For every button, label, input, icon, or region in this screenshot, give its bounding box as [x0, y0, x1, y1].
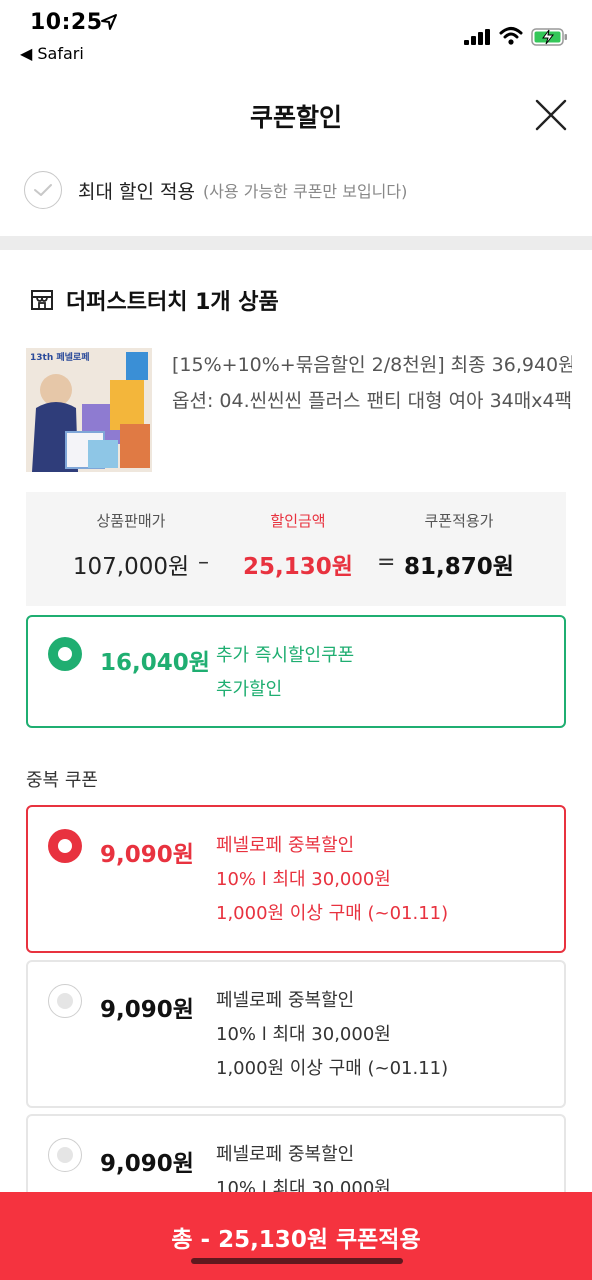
- apply-coupon-button[interactable]: 총 - 25,130원 쿠폰적용: [0, 1192, 592, 1280]
- duplicate-coupon-heading: 중복 쿠폰: [26, 770, 98, 791]
- sale-price-value: 107,000원: [72, 554, 190, 580]
- coupon-amount: 16,040원: [100, 650, 210, 676]
- product-option: 옵션: 04.씬씬씬 플러스 팬티 대형 여아 34매x4팩: [172, 390, 573, 412]
- max-discount-note: (사용 가능한 쿠폰만 보입니다): [202, 182, 408, 201]
- radio-unselected-icon[interactable]: [48, 984, 82, 1018]
- store-icon: [31, 290, 53, 310]
- cellular-signal-icon: [464, 29, 490, 45]
- coupon-name: 추가 즉시할인쿠폰: [216, 645, 355, 666]
- product-image: 13th 페넬로페: [26, 348, 152, 472]
- product-title: [15%+10%+묶음할인 2/8천원] 최종 36,940원 씬: [172, 354, 572, 376]
- status-time: 10:25: [30, 10, 103, 35]
- product-image-caption: 13th 페넬로페: [30, 353, 90, 363]
- sale-price-column: 상품판매가 107,000원: [46, 510, 216, 581]
- store-name: 더퍼스트터치 1개 상품: [66, 290, 279, 315]
- location-arrow-icon: [101, 14, 117, 30]
- max-discount-toggle[interactable]: 최대 할인 적용 (사용 가능한 쿠폰만 보입니다): [24, 170, 407, 210]
- final-price-label: 쿠폰적용가: [424, 512, 494, 530]
- instant-coupon-card[interactable]: 16,040원 추가 즉시할인쿠폰 추가할인: [26, 615, 566, 728]
- checkmark-icon[interactable]: [24, 171, 62, 209]
- home-indicator: [191, 1258, 403, 1264]
- back-to-app-link[interactable]: ◀ Safari: [20, 44, 84, 63]
- coupon-detail: 추가할인: [216, 679, 283, 700]
- coupon-amount: 9,090원: [100, 842, 194, 868]
- modal-header: 쿠폰할인: [0, 72, 592, 152]
- discount-label: 할인금액: [270, 512, 326, 530]
- coupon-name: 페넬로페 중복할인: [216, 990, 355, 1011]
- coupon-condition: 1,000원 이상 구매 (~01.11): [216, 903, 449, 924]
- coupon-amount: 9,090원: [100, 1151, 194, 1177]
- price-summary: 상품판매가 107,000원 – 할인금액 25,130원 = 쿠폰적용가 81…: [26, 492, 566, 606]
- final-price-column: 쿠폰적용가 81,870원: [374, 510, 544, 581]
- max-discount-label: 최대 할인 적용: [78, 180, 195, 203]
- discount-value: 25,130원: [243, 554, 353, 580]
- wifi-icon: [499, 27, 523, 45]
- store-header: 더퍼스트터치 1개 상품: [30, 284, 279, 316]
- sale-price-label: 상품판매가: [96, 512, 166, 530]
- coupon-condition: 1,000원 이상 구매 (~01.11): [216, 1058, 449, 1079]
- duplicate-coupon-card[interactable]: 9,090원 페넬로페 중복할인 10% l 최대 30,000원 1,000원…: [26, 960, 566, 1108]
- close-icon[interactable]: [532, 96, 570, 134]
- page-title: 쿠폰할인: [249, 103, 342, 132]
- minus-sign: –: [198, 550, 209, 575]
- radio-selected-icon[interactable]: [48, 829, 82, 863]
- duplicate-coupon-card[interactable]: 9,090원 페넬로페 중복할인 10% l 최대 30,000원 1,000원…: [26, 805, 566, 953]
- battery-charging-icon: [531, 28, 567, 46]
- coupon-name: 페넬로페 중복할인: [216, 1144, 355, 1165]
- coupon-description: 추가 즉시할인쿠폰 추가할인: [216, 639, 354, 707]
- final-price-value: 81,870원: [404, 554, 514, 580]
- coupon-description: 페넬로페 중복할인 10% l 최대 30,000원 1,000원 이상 구매 …: [216, 984, 448, 1086]
- status-bar: 10:25 ◀ Safari: [0, 0, 592, 72]
- coupon-rate: 10% l 최대 30,000원: [216, 869, 391, 890]
- coupon-description: 페넬로페 중복할인 10% l 최대 30,000원 1,000원 이상 구매 …: [216, 829, 448, 931]
- product-info: [15%+10%+묶음할인 2/8천원] 최종 36,940원 씬 옵션: 04…: [172, 350, 572, 416]
- apply-coupon-label: 총 - 25,130원 쿠폰적용: [171, 1227, 421, 1253]
- coupon-rate: 10% l 최대 30,000원: [216, 1024, 391, 1045]
- section-divider: [0, 236, 592, 250]
- radio-selected-icon[interactable]: [48, 637, 82, 671]
- coupon-amount: 9,090원: [100, 997, 194, 1023]
- discount-column: 할인금액 25,130원: [213, 510, 383, 581]
- radio-unselected-icon[interactable]: [48, 1138, 82, 1172]
- coupon-name: 페넬로페 중복할인: [216, 835, 355, 856]
